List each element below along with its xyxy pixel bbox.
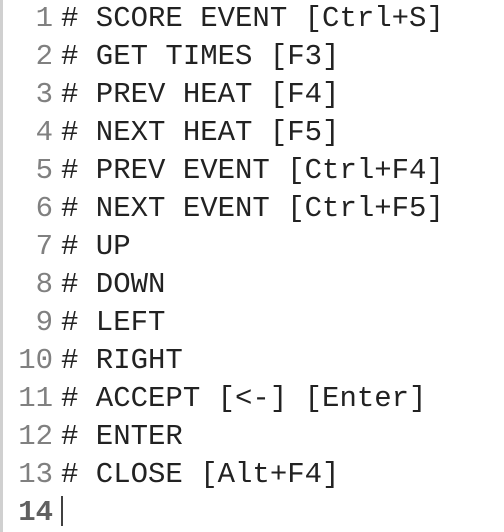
code-line[interactable]: # GET TIMES [F3] [61,38,504,76]
code-line[interactable]: # DOWN [61,266,504,304]
code-line[interactable]: # PREV HEAT [F4] [61,76,504,114]
code-line[interactable]: # SCORE EVENT [Ctrl+S] [61,0,504,38]
code-line[interactable]: # UP [61,228,504,266]
code-line[interactable]: # RIGHT [61,342,504,380]
line-number: 3 [3,76,57,114]
line-number: 13 [3,456,57,494]
line-number: 1 [3,0,57,38]
code-editor[interactable]: 1234567891011121314 # SCORE EVENT [Ctrl+… [0,0,504,532]
line-number: 8 [3,266,57,304]
line-number: 9 [3,304,57,342]
code-line[interactable]: # ACCEPT [<-] [Enter] [61,380,504,418]
line-number: 10 [3,342,57,380]
line-number: 11 [3,380,57,418]
code-line[interactable]: # ENTER [61,418,504,456]
gutter: 1234567891011121314 [0,0,57,532]
text-cursor [61,496,63,526]
line-number: 12 [3,418,57,456]
code-line[interactable] [61,494,504,532]
line-number: 2 [3,38,57,76]
code-area[interactable]: # SCORE EVENT [Ctrl+S]# GET TIMES [F3]# … [57,0,504,532]
line-number: 4 [3,114,57,152]
line-number: 7 [3,228,57,266]
code-line[interactable]: # PREV EVENT [Ctrl+F4] [61,152,504,190]
line-number: 14 [3,494,57,532]
line-number: 6 [3,190,57,228]
line-number: 5 [3,152,57,190]
code-line[interactable]: # LEFT [61,304,504,342]
code-line[interactable]: # CLOSE [Alt+F4] [61,456,504,494]
code-line[interactable]: # NEXT HEAT [F5] [61,114,504,152]
code-line[interactable]: # NEXT EVENT [Ctrl+F5] [61,190,504,228]
